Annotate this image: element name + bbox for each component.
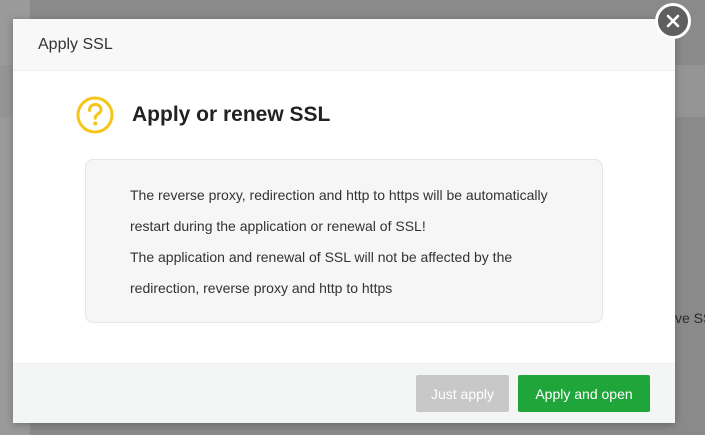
just-apply-button[interactable]: Just apply	[416, 375, 509, 412]
question-icon	[76, 96, 114, 134]
background-partial-text: ve SS	[675, 310, 705, 326]
heading-row: Apply or renew SSL	[75, 95, 330, 135]
apply-and-open-button[interactable]: Apply and open	[518, 375, 650, 412]
info-box: The reverse proxy, redirection and http …	[85, 159, 603, 323]
info-line: The application and renewal of SSL will …	[130, 249, 513, 265]
dialog-footer: Just apply Apply and open	[13, 363, 675, 423]
info-line: The reverse proxy, redirection and http …	[130, 187, 548, 203]
dialog-title: Apply SSL	[38, 35, 113, 53]
close-icon	[666, 14, 680, 28]
info-line: restart during the application or renewa…	[130, 218, 426, 234]
dialog-heading: Apply or renew SSL	[132, 103, 331, 126]
apply-ssl-dialog: Apply SSL Apply or renew SSL The reverse…	[13, 19, 675, 423]
info-line: redirection, reverse proxy and http to h…	[130, 280, 393, 296]
close-button[interactable]	[655, 3, 691, 39]
dialog-header: Apply SSL	[13, 19, 675, 71]
